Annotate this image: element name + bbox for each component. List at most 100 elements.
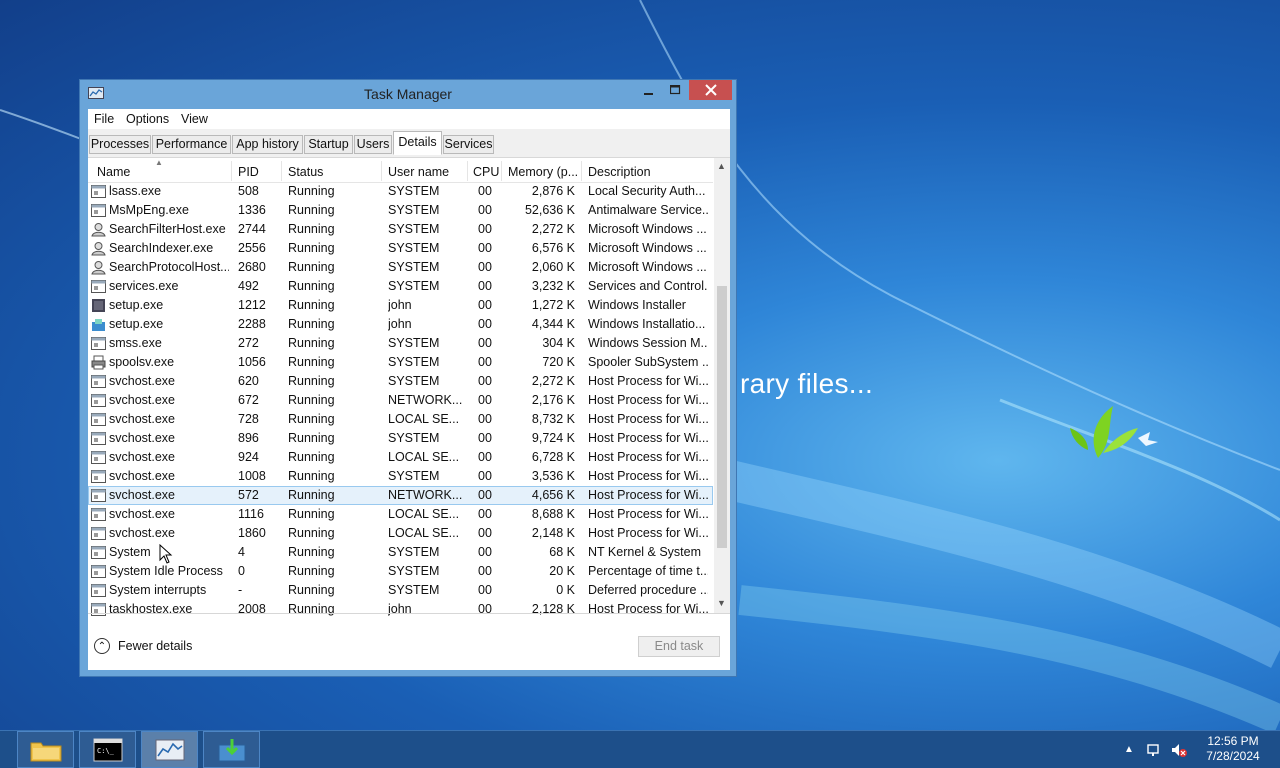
table-row[interactable]: services.exe 492 Running SYSTEM 00 3,232 K Ser… bbox=[88, 277, 713, 296]
process-memory: 9,724 K bbox=[531, 431, 575, 445]
process-memory: 720 K bbox=[542, 355, 575, 369]
table-row[interactable]: SearchFilterHost.exe 2744 Running SYSTEM 00 2… bbox=[88, 220, 713, 239]
table-row[interactable]: MsMpEng.exe 1336 Running SYSTEM 00 52,636 K An… bbox=[88, 201, 713, 220]
process-description: Host Process for Wi... bbox=[588, 393, 708, 407]
tab-services[interactable]: Services bbox=[443, 135, 494, 154]
taskbar-installer[interactable] bbox=[203, 731, 260, 768]
process-name: svchost.exe bbox=[109, 526, 176, 540]
process-memory: 2,272 K bbox=[531, 222, 575, 236]
table-row[interactable]: svchost.exe 1008 Running SYSTEM 00 3,536 K Hos… bbox=[88, 467, 713, 486]
process-pid: 924 bbox=[238, 450, 259, 464]
process-user: SYSTEM bbox=[388, 184, 440, 198]
process-name: MsMpEng.exe bbox=[109, 203, 189, 217]
vertical-scrollbar[interactable]: ▲ ▼ bbox=[714, 158, 730, 613]
table-row[interactable]: lsass.exe 508 Running SYSTEM 00 2,876 K Local … bbox=[88, 182, 713, 201]
process-description: Deferred procedure ... bbox=[588, 583, 708, 597]
process-search-icon bbox=[91, 260, 106, 275]
table-row[interactable]: spoolsv.exe 1056 Running SYSTEM 00 720 K Spool… bbox=[88, 353, 713, 372]
process-status: Running bbox=[288, 393, 335, 407]
process-memory: 52,636 K bbox=[524, 203, 575, 217]
menu-file[interactable]: File bbox=[94, 112, 114, 126]
taskbar: C:\_ ▲ 12:56 PM 7/28/2024 bbox=[0, 730, 1280, 768]
table-row[interactable]: svchost.exe 620 Running SYSTEM 00 2,272 K Host… bbox=[88, 372, 713, 391]
volume-muted-icon[interactable] bbox=[1170, 742, 1188, 758]
scroll-down-icon[interactable]: ▼ bbox=[717, 598, 726, 608]
table-row[interactable]: SearchIndexer.exe 2556 Running SYSTEM 00 6,57… bbox=[88, 239, 713, 258]
table-row[interactable]: svchost.exe 672 Running NETWORK... 00 2,176 K… bbox=[88, 391, 713, 410]
process-list: lsass.exe 508 Running SYSTEM 00 2,876 K Local … bbox=[88, 182, 713, 637]
column-user-name[interactable]: User name bbox=[388, 165, 449, 179]
process-app-icon bbox=[91, 184, 106, 199]
setup-background-text: rary files... bbox=[740, 368, 874, 399]
close-button[interactable] bbox=[689, 80, 732, 100]
close-icon bbox=[704, 84, 717, 96]
scrollbar-thumb[interactable] bbox=[717, 286, 727, 548]
table-row[interactable]: setup.exe 1212 Running john 00 1,272 K Windows… bbox=[88, 296, 713, 315]
process-app-icon bbox=[91, 469, 106, 484]
fewer-details-button[interactable]: ⌃ Fewer details bbox=[94, 638, 192, 654]
table-row[interactable]: svchost.exe 728 Running LOCAL SE... 00 8,732 … bbox=[88, 410, 713, 429]
table-row[interactable]: smss.exe 272 Running SYSTEM 00 304 K Windows S… bbox=[88, 334, 713, 353]
column-cpu[interactable]: CPU bbox=[473, 165, 499, 179]
tab-processes[interactable]: Processes bbox=[89, 135, 151, 154]
table-row[interactable]: svchost.exe 1860 Running LOCAL SE... 00 2,148… bbox=[88, 524, 713, 543]
menu-view[interactable]: View bbox=[181, 112, 208, 126]
network-icon[interactable] bbox=[1146, 742, 1164, 758]
column-status[interactable]: Status bbox=[288, 165, 323, 179]
process-user: SYSTEM bbox=[388, 564, 440, 578]
column-description[interactable]: Description bbox=[588, 165, 651, 179]
title-bar[interactable]: Task Manager bbox=[80, 80, 736, 108]
process-cpu: 00 bbox=[478, 298, 492, 312]
table-row[interactable]: svchost.exe 896 Running SYSTEM 00 9,724 K Host… bbox=[88, 429, 713, 448]
tab-startup[interactable]: Startup bbox=[304, 135, 353, 154]
process-app-icon bbox=[91, 545, 106, 560]
table-row[interactable]: System 4 Running SYSTEM 00 68 K NT Kernel & Sy… bbox=[88, 543, 713, 562]
tab-performance[interactable]: Performance bbox=[152, 135, 231, 154]
table-row[interactable]: svchost.exe 572 Running NETWORK... 00 4,656 K… bbox=[88, 486, 713, 505]
process-app-icon bbox=[91, 431, 106, 446]
process-description: Host Process for Wi... bbox=[588, 507, 708, 521]
process-description: Microsoft Windows ... bbox=[588, 260, 707, 274]
process-pid: 508 bbox=[238, 184, 259, 198]
process-user: SYSTEM bbox=[388, 279, 440, 293]
process-memory: 2,060 K bbox=[531, 260, 575, 274]
process-pid: - bbox=[238, 583, 243, 597]
process-memory: 6,728 K bbox=[531, 450, 575, 464]
table-row[interactable]: System interrupts - Running SYSTEM 00 0 K Defe… bbox=[88, 581, 713, 600]
windows-fish-logo-icon bbox=[1070, 406, 1158, 458]
process-pid: 1212 bbox=[238, 298, 266, 312]
tab-app-history[interactable]: App history bbox=[232, 135, 303, 154]
process-pid: 2744 bbox=[238, 222, 266, 236]
show-hidden-icons-icon[interactable]: ▲ bbox=[1124, 744, 1134, 755]
process-memory: 8,688 K bbox=[531, 507, 575, 521]
minimize-button[interactable] bbox=[636, 80, 662, 100]
taskbar-command-prompt[interactable]: C:\_ bbox=[79, 731, 136, 768]
table-row[interactable]: svchost.exe 1116 Running LOCAL SE... 00 8,688… bbox=[88, 505, 713, 524]
column-pid[interactable]: PID bbox=[238, 165, 259, 179]
process-status: Running bbox=[288, 412, 335, 426]
process-app-icon bbox=[91, 602, 106, 617]
tab-users[interactable]: Users bbox=[354, 135, 392, 154]
table-row[interactable]: SearchProtocolHost.... 2680 Running SYSTEM 0… bbox=[88, 258, 713, 277]
taskbar-task-manager[interactable] bbox=[141, 731, 198, 768]
table-row[interactable]: System Idle Process 0 Running SYSTEM 00 20 K P… bbox=[88, 562, 713, 581]
column-name[interactable]: Name bbox=[97, 165, 130, 179]
table-row[interactable]: taskhostex.exe 2008 Running john 00 2,128 K Ho… bbox=[88, 600, 713, 619]
table-row[interactable]: setup.exe 2288 Running john 00 4,344 K Windows… bbox=[88, 315, 713, 334]
table-row[interactable]: svchost.exe 924 Running LOCAL SE... 00 6,728 … bbox=[88, 448, 713, 467]
process-installer-icon bbox=[91, 298, 106, 313]
process-name: svchost.exe bbox=[109, 393, 176, 407]
tab-details[interactable]: Details bbox=[393, 131, 442, 155]
scroll-up-icon[interactable]: ▲ bbox=[717, 161, 726, 171]
process-memory: 20 K bbox=[549, 564, 575, 578]
taskbar-file-explorer[interactable] bbox=[17, 731, 74, 768]
clock[interactable]: 12:56 PM 7/28/2024 bbox=[1188, 734, 1278, 764]
task-manager-icon bbox=[155, 739, 184, 760]
maximize-button[interactable] bbox=[662, 80, 688, 100]
menu-options[interactable]: Options bbox=[126, 112, 169, 126]
menu-bar: File Options View bbox=[88, 109, 730, 129]
process-user: john bbox=[388, 317, 412, 331]
column-memory[interactable]: Memory (p... bbox=[508, 165, 578, 179]
end-task-button[interactable]: End task bbox=[638, 636, 720, 657]
process-cpu: 00 bbox=[478, 374, 492, 388]
